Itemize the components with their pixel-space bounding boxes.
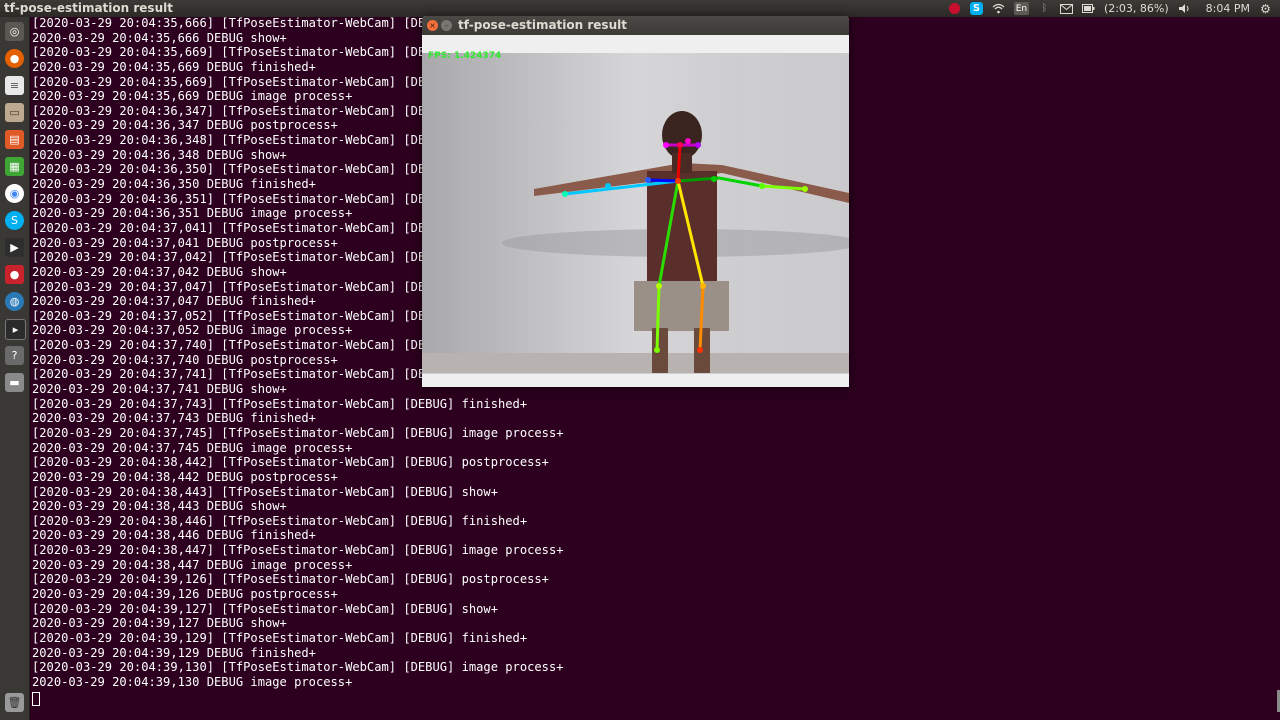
terminal-line: 2020-03-29 20:04:38,447 DEBUG image proc… — [32, 557, 353, 572]
terminal-line: 2020-03-29 20:04:38,446 DEBUG finished+ — [32, 528, 316, 543]
terminal-line: [2020-03-29 20:04:37,745] [TfPoseEstimat… — [32, 425, 564, 440]
pose-overlay — [422, 53, 849, 373]
battery-status: (2:03, 86%) — [1103, 2, 1169, 15]
bluetooth-icon[interactable]: ᛒ — [1038, 2, 1051, 15]
left-shoulder-bone — [646, 178, 680, 183]
terminal-line: [2020-03-29 20:04:37,743] [TfPoseEstimat… — [32, 396, 528, 411]
keypoint-left-knee — [654, 347, 660, 353]
keypoint-right-shoulder — [711, 176, 717, 182]
keypoint-right-knee — [697, 347, 703, 353]
keypoint-left-wrist — [562, 191, 568, 197]
left-leg-bone — [655, 284, 661, 352]
app-title: tf-pose-estimation result — [4, 1, 173, 15]
terminal-line: [2020-03-29 20:04:38,443] [TfPoseEstimat… — [32, 484, 498, 499]
keypoint-right-eye — [695, 142, 701, 148]
keypoint-left-shoulder — [645, 177, 651, 183]
terminal-line: [2020-03-29 20:04:38,447] [TfPoseEstimat… — [32, 543, 564, 558]
wifi-icon[interactable] — [992, 2, 1005, 15]
terminal-line: [2020-03-29 20:04:38,446] [TfPoseEstimat… — [32, 513, 528, 528]
neck-bone — [676, 143, 682, 183]
window-titlebar[interactable]: × – tf-pose-estimation result — [422, 16, 849, 35]
keypoint-left-eye — [663, 142, 669, 148]
text-editor-icon[interactable]: ≡ — [5, 76, 24, 95]
close-button[interactable]: × — [427, 20, 438, 31]
mail-icon[interactable] — [1059, 2, 1073, 15]
webcam-frame — [422, 53, 849, 373]
drive-icon[interactable]: ▬ — [5, 373, 24, 392]
fps-counter: FPS: 1.424374 — [428, 51, 502, 61]
keypoint-right-hip — [700, 283, 706, 289]
keypoint-right-wrist — [802, 186, 808, 192]
settings-gear-icon[interactable]: ⚙ — [1259, 2, 1272, 16]
trash-icon[interactable]: 🗑 — [5, 693, 24, 712]
keypoint-left-hip — [656, 283, 662, 289]
terminal-line: 2020-03-29 20:04:37,743 DEBUG finished+ — [32, 411, 316, 426]
pose-estimation-window[interactable]: × – tf-pose-estimation result FPS: 1.424… — [422, 16, 849, 387]
terminal-line: [2020-03-29 20:04:39,130] [TfPoseEstimat… — [32, 660, 564, 675]
door-panel — [742, 53, 849, 373]
minimize-button[interactable]: – — [441, 20, 452, 31]
terminal-line: 2020-03-29 20:04:39,127 DEBUG show+ — [32, 616, 287, 631]
window-statusbar — [422, 373, 849, 387]
clock[interactable]: 8:04 PM — [1206, 2, 1250, 15]
terminal-line: [2020-03-29 20:04:39,129] [TfPoseEstimat… — [32, 630, 528, 645]
keypoint-left-elbow — [605, 183, 611, 189]
document-viewer-icon[interactable]: ▤ — [5, 130, 24, 149]
browser-icon[interactable]: ◍ — [5, 292, 24, 311]
keyboard-layout-icon[interactable]: En — [1013, 2, 1029, 15]
keypoint-ear — [685, 138, 691, 144]
terminal-line: 2020-03-29 20:04:37,745 DEBUG image proc… — [32, 440, 353, 455]
terminal-line: 2020-03-29 20:04:38,443 DEBUG show+ — [32, 499, 287, 514]
keypoint-right-elbow — [759, 183, 765, 189]
system-tray: S En ᛒ (2:03, 86%) 8:04 PM ⚙ — [948, 0, 1272, 17]
keypoint-nose — [677, 142, 683, 148]
dash-icon[interactable]: ◎ — [5, 22, 24, 41]
volume-icon[interactable] — [1178, 2, 1191, 15]
chrome-icon[interactable]: ◉ — [5, 184, 24, 203]
terminal-line: [2020-03-29 20:04:39,126] [TfPoseEstimat… — [32, 572, 549, 587]
video-player-icon[interactable]: ▶ — [5, 238, 24, 257]
skype-icon[interactable]: S — [5, 211, 24, 230]
battery-icon[interactable] — [1081, 2, 1095, 15]
terminal-icon[interactable]: ▸ — [5, 319, 26, 340]
terminal-line: [2020-03-29 20:04:38,442] [TfPoseEstimat… — [32, 455, 549, 470]
terminal-line: 2020-03-29 20:04:39,130 DEBUG image proc… — [32, 674, 353, 689]
terminal-line: [2020-03-29 20:04:39,127] [TfPoseEstimat… — [32, 601, 498, 616]
keypoint-neck — [675, 178, 681, 184]
launcher-sidebar: ◎ ● ≡ ▭ ▤ ▦ ◉ S ▶ ● ◍ ▸ ? ▬ 🗑 — [0, 17, 30, 720]
firefox-icon[interactable]: ● — [5, 49, 24, 68]
record-icon[interactable] — [948, 2, 961, 15]
floor — [422, 353, 849, 373]
files-icon[interactable]: ▭ — [5, 103, 24, 122]
terminal-line: 2020-03-29 20:04:39,129 DEBUG finished+ — [32, 645, 316, 660]
terminal-line: 2020-03-29 20:04:39,126 DEBUG postproces… — [32, 586, 338, 601]
window-title: tf-pose-estimation result — [458, 18, 627, 32]
help-icon[interactable]: ? — [5, 346, 24, 365]
skype-icon[interactable]: S — [969, 2, 983, 15]
top-panel: tf-pose-estimation result S En ᛒ (2:03, … — [0, 0, 1280, 17]
screen-recorder-icon[interactable]: ● — [5, 265, 24, 284]
terminal-cursor — [32, 692, 40, 706]
spreadsheet-icon[interactable]: ▦ — [5, 157, 24, 176]
terminal-line: 2020-03-29 20:04:38,442 DEBUG postproces… — [32, 469, 338, 484]
